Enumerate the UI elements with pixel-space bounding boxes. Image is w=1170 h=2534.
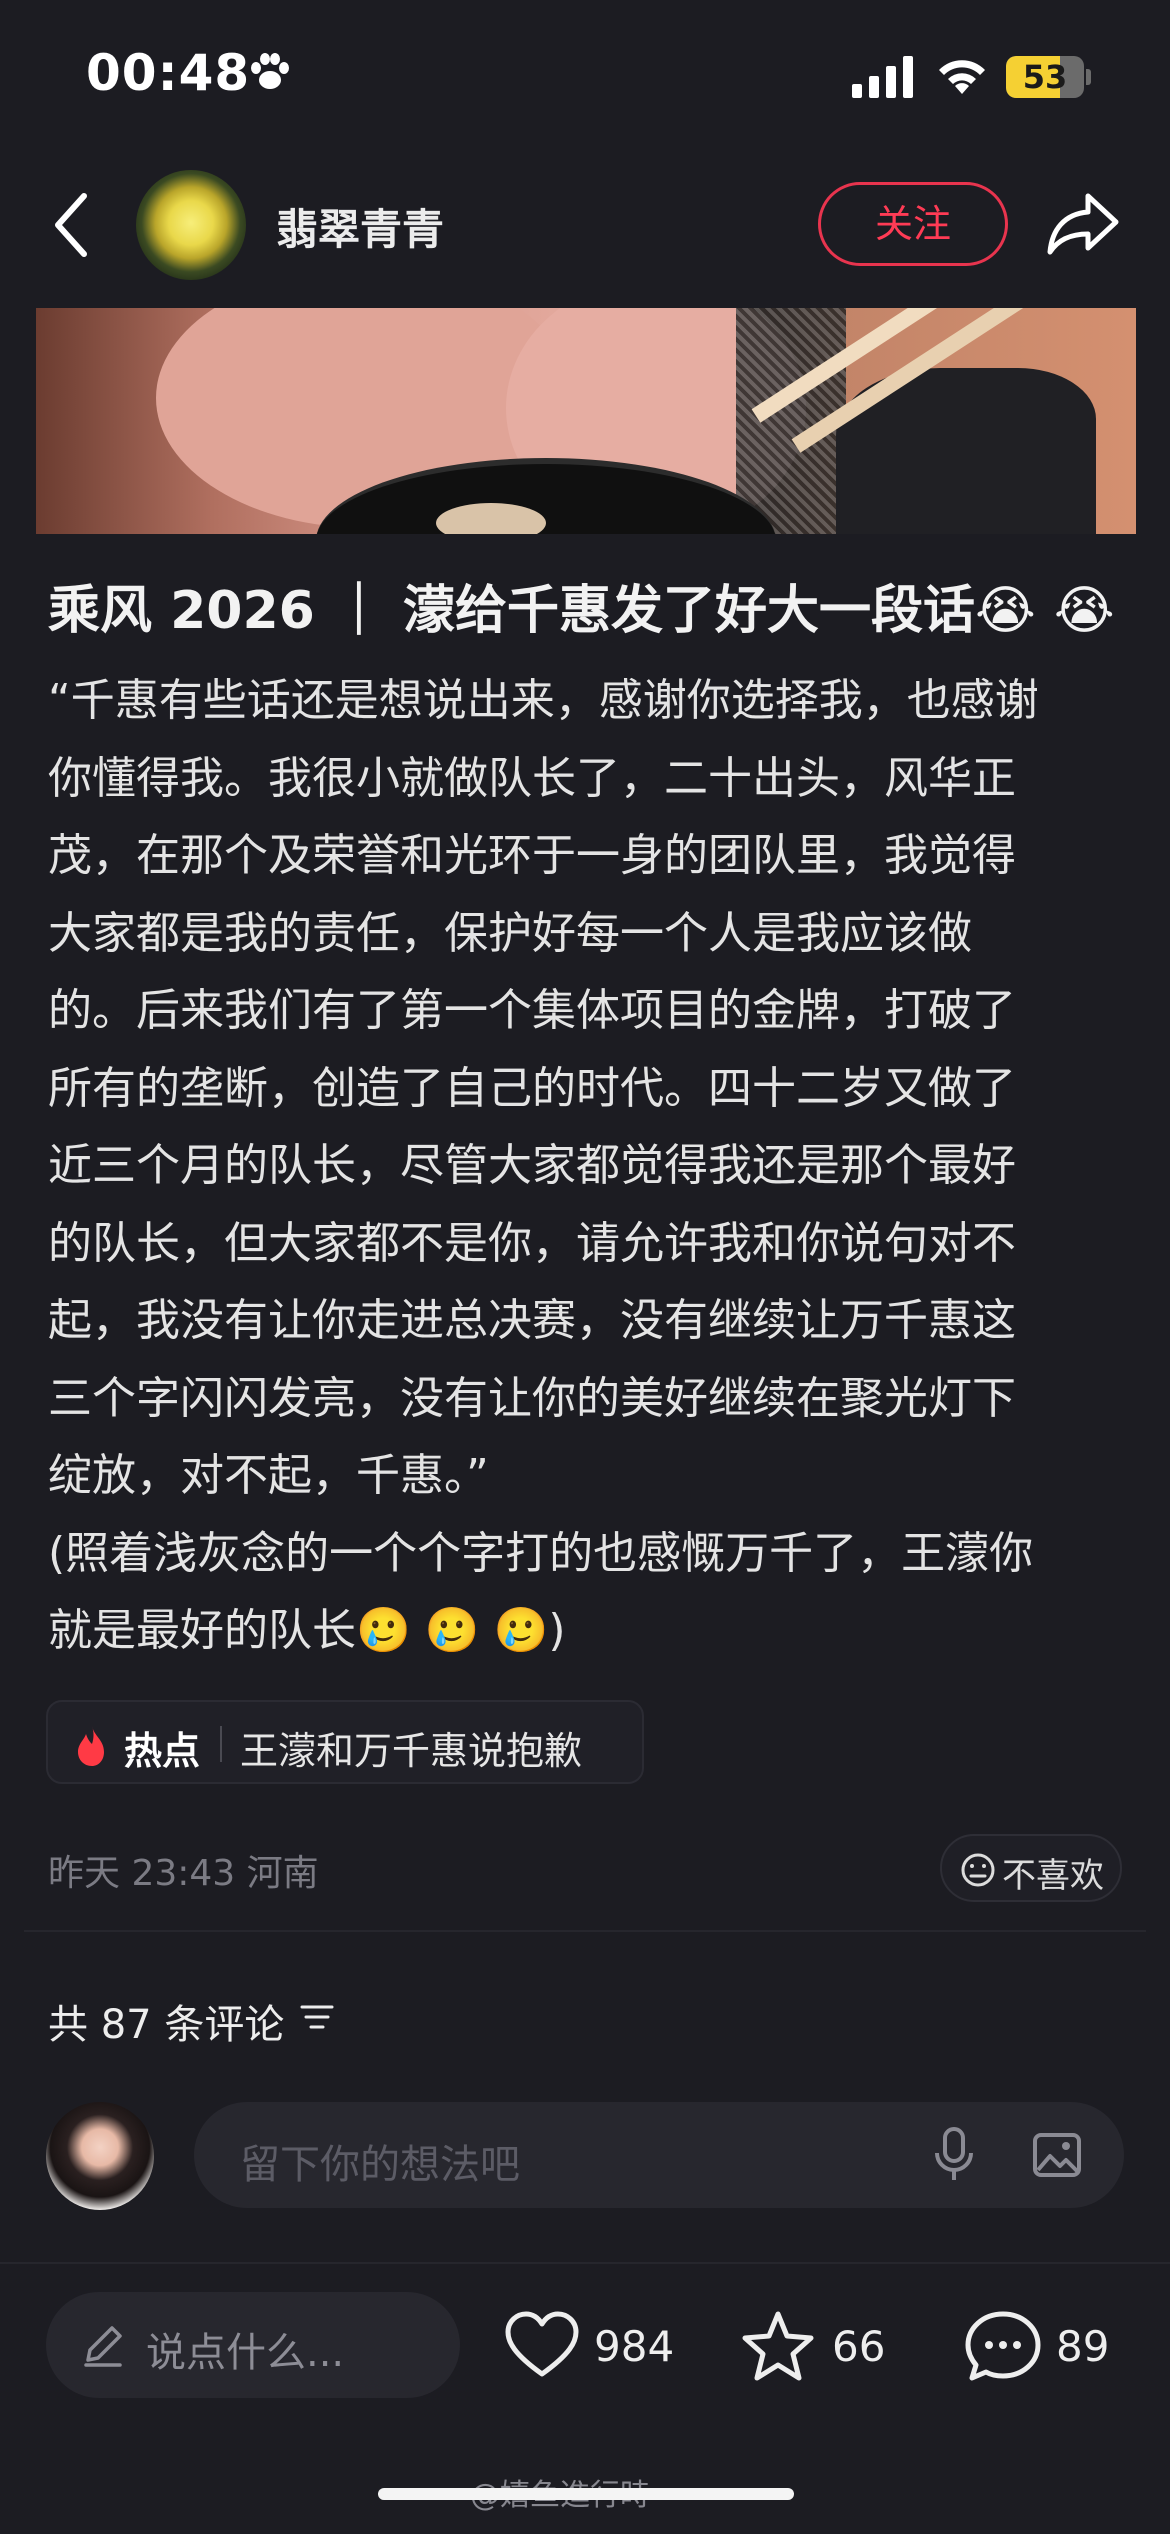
post-meta: 昨天 23:43 河南 xyxy=(48,1853,319,1894)
favorite-count: 66 xyxy=(832,2322,886,2371)
comment-input[interactable]: 留下你的想法吧 xyxy=(194,2102,1124,2208)
dislike-button[interactable]: 不喜欢 xyxy=(940,1834,1122,1902)
like-button[interactable]: 984 xyxy=(504,2300,684,2390)
neutral-face-icon xyxy=(961,1853,995,1887)
hot-topic-tag[interactable]: 热点 王濛和万千惠说抱歉 xyxy=(46,1700,644,1784)
like-count: 984 xyxy=(594,2322,675,2371)
pencil-icon xyxy=(84,2326,122,2367)
dislike-label: 不喜欢 xyxy=(1002,1856,1104,1896)
image-icon[interactable] xyxy=(1032,2132,1082,2178)
user-avatar[interactable] xyxy=(46,2102,154,2210)
share-icon[interactable] xyxy=(1046,190,1120,256)
comment-input-placeholder: 留下你的想法吧 xyxy=(240,2142,520,2188)
hot-topic-text: 王濛和万千惠说抱歉 xyxy=(240,1729,583,1773)
comment-button[interactable]: 89 xyxy=(964,2300,1144,2390)
fire-icon xyxy=(78,1726,104,1766)
hot-label: 热点 xyxy=(124,1729,201,1773)
post-image[interactable] xyxy=(36,308,1136,534)
say-placeholder: 说点什么... xyxy=(146,2330,345,2376)
back-arrow-icon[interactable] xyxy=(50,190,94,260)
comment-count: 共 87 条评论 xyxy=(48,2002,285,2048)
author-name[interactable]: 翡翠青青 xyxy=(276,196,444,257)
author-avatar[interactable] xyxy=(136,170,246,280)
paw-icon xyxy=(251,53,289,89)
battery-level: 53 xyxy=(1022,58,1068,96)
cellular-signal-icon xyxy=(852,56,913,98)
favorite-button[interactable]: 66 xyxy=(740,2300,900,2390)
wifi-icon xyxy=(939,60,985,94)
home-indicator[interactable] xyxy=(378,2488,794,2500)
microphone-icon[interactable] xyxy=(932,2126,976,2184)
battery-indicator: 53 xyxy=(1006,56,1091,98)
post-body: “千惠有些话还是想说出来，感谢你选择我，也感谢 你懂得我。我很小就做队长了，二十… xyxy=(48,675,1039,1656)
hot-separator xyxy=(220,1726,222,1762)
say-something-input[interactable]: 说点什么... xyxy=(46,2292,460,2398)
status-time: 00:48 xyxy=(86,44,251,102)
comment-count-action: 89 xyxy=(1056,2322,1110,2371)
follow-button[interactable]: 关注 xyxy=(818,182,1008,266)
divider xyxy=(24,1930,1146,1932)
comment-bubble-icon xyxy=(965,2311,1041,2381)
sort-icon[interactable] xyxy=(300,2002,334,2032)
star-icon xyxy=(742,2311,814,2381)
post-title: 乘风 2026 ｜ 濛给千惠发了好大一段话😭 😭 xyxy=(48,581,1115,641)
heart-icon xyxy=(505,2311,579,2377)
